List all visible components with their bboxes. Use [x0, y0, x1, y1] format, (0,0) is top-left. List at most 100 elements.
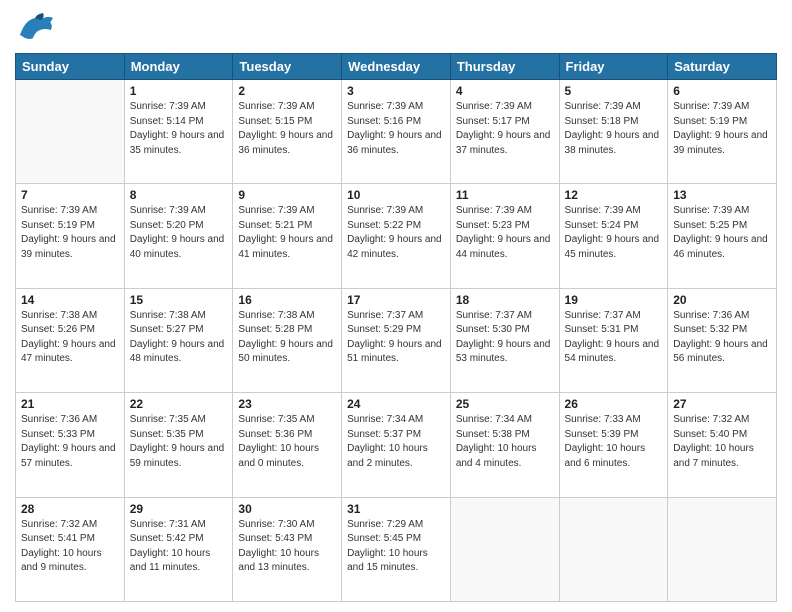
weekday-header-row: SundayMondayTuesdayWednesdayThursdayFrid… [16, 54, 777, 80]
calendar-cell: 27Sunrise: 7:32 AMSunset: 5:40 PMDayligh… [668, 393, 777, 497]
day-info: Sunrise: 7:29 AMSunset: 5:45 PMDaylight:… [347, 518, 445, 576]
day-number: 15 [130, 293, 228, 307]
day-info: Sunrise: 7:35 AMSunset: 5:35 PMDaylight:… [130, 413, 228, 471]
weekday-header-thursday: Thursday [450, 54, 559, 80]
calendar-cell: 18 Sunrise: 7:37 AMSunset: 5:30 PMDayligh… [450, 288, 559, 392]
day-number: 25 [456, 397, 554, 411]
day-info: Sunrise: 7:39 AMSunset: 5:21 PMDaylight:… [238, 204, 336, 262]
day-number: 10 [347, 188, 445, 202]
day-number: 23 [238, 397, 336, 411]
weekday-header-wednesday: Wednesday [342, 54, 451, 80]
logo [15, 10, 59, 45]
calendar-cell: 29Sunrise: 7:31 AMSunset: 5:42 PMDayligh… [124, 497, 233, 601]
day-number: 6 [673, 84, 771, 98]
day-number: 1 [130, 84, 228, 98]
day-info: Sunrise: 7:34 AMSunset: 5:38 PMDaylight:… [456, 413, 554, 471]
calendar-cell: 19 Sunrise: 7:37 AMSunset: 5:31 PMDayligh… [559, 288, 668, 392]
week-row-2: 7 Sunrise: 7:39 AMSunset: 5:19 PMDaylight… [16, 184, 777, 288]
day-number: 21 [21, 397, 119, 411]
day-info: Sunrise: 7:39 AMSunset: 5:18 PMDaylight:… [565, 100, 663, 158]
calendar-table: SundayMondayTuesdayWednesdayThursdayFrid… [15, 53, 777, 602]
day-info: Sunrise: 7:39 AMSunset: 5:14 PMDaylight:… [130, 100, 228, 158]
calendar-cell [16, 80, 125, 184]
day-info: Sunrise: 7:36 AMSunset: 5:32 PMDaylight:… [673, 309, 771, 367]
day-info: Sunrise: 7:39 AMSunset: 5:16 PMDaylight:… [347, 100, 445, 158]
week-row-3: 14Sunrise: 7:38 AMSunset: 5:26 PMDayligh… [16, 288, 777, 392]
day-info: Sunrise: 7:39 AMSunset: 5:25 PMDaylight:… [673, 204, 771, 262]
calendar-cell: 3 Sunrise: 7:39 AMSunset: 5:16 PMDaylight… [342, 80, 451, 184]
day-number: 16 [238, 293, 336, 307]
day-number: 7 [21, 188, 119, 202]
day-number: 11 [456, 188, 554, 202]
calendar-cell [668, 497, 777, 601]
calendar-cell: 25 Sunrise: 7:34 AMSunset: 5:38 PMDayligh… [450, 393, 559, 497]
calendar-cell: 16 Sunrise: 7:38 AMSunset: 5:28 PMDayligh… [233, 288, 342, 392]
day-info: Sunrise: 7:39 AMSunset: 5:22 PMDaylight:… [347, 204, 445, 262]
calendar-cell: 21Sunrise: 7:36 AMSunset: 5:33 PMDayligh… [16, 393, 125, 497]
day-info: Sunrise: 7:39 AMSunset: 5:24 PMDaylight:… [565, 204, 663, 262]
weekday-header-monday: Monday [124, 54, 233, 80]
day-number: 20 [673, 293, 771, 307]
day-info: Sunrise: 7:39 AMSunset: 5:20 PMDaylight:… [130, 204, 228, 262]
day-number: 5 [565, 84, 663, 98]
calendar-cell: 1 Sunrise: 7:39 AMSunset: 5:14 PMDaylight… [124, 80, 233, 184]
calendar-cell: 17Sunrise: 7:37 AMSunset: 5:29 PMDayligh… [342, 288, 451, 392]
day-number: 12 [565, 188, 663, 202]
calendar-cell [559, 497, 668, 601]
calendar-cell: 12 Sunrise: 7:39 AMSunset: 5:24 PMDayligh… [559, 184, 668, 288]
day-info: Sunrise: 7:38 AMSunset: 5:26 PMDaylight:… [21, 309, 119, 367]
day-info: Sunrise: 7:39 AMSunset: 5:19 PMDaylight:… [21, 204, 119, 262]
logo-icon [15, 10, 55, 45]
calendar-cell: 22 Sunrise: 7:35 AMSunset: 5:35 PMDayligh… [124, 393, 233, 497]
calendar-cell: 10 Sunrise: 7:39 AMSunset: 5:22 PMDayligh… [342, 184, 451, 288]
day-number: 2 [238, 84, 336, 98]
day-info: Sunrise: 7:30 AMSunset: 5:43 PMDaylight:… [238, 518, 336, 576]
week-row-5: 28Sunrise: 7:32 AMSunset: 5:41 PMDayligh… [16, 497, 777, 601]
calendar-cell: 2Sunrise: 7:39 AMSunset: 5:15 PMDaylight… [233, 80, 342, 184]
day-info: Sunrise: 7:31 AMSunset: 5:42 PMDaylight:… [130, 518, 228, 576]
calendar-cell [450, 497, 559, 601]
day-number: 27 [673, 397, 771, 411]
calendar-cell: 24 Sunrise: 7:34 AMSunset: 5:37 PMDayligh… [342, 393, 451, 497]
day-info: Sunrise: 7:39 AMSunset: 5:17 PMDaylight:… [456, 100, 554, 158]
day-number: 28 [21, 502, 119, 516]
day-info: Sunrise: 7:37 AMSunset: 5:31 PMDaylight:… [565, 309, 663, 367]
calendar-cell: 7 Sunrise: 7:39 AMSunset: 5:19 PMDaylight… [16, 184, 125, 288]
calendar-cell: 28Sunrise: 7:32 AMSunset: 5:41 PMDayligh… [16, 497, 125, 601]
day-number: 22 [130, 397, 228, 411]
calendar-cell: 14Sunrise: 7:38 AMSunset: 5:26 PMDayligh… [16, 288, 125, 392]
day-info: Sunrise: 7:38 AMSunset: 5:28 PMDaylight:… [238, 309, 336, 367]
calendar-cell: 9Sunrise: 7:39 AMSunset: 5:21 PMDaylight… [233, 184, 342, 288]
weekday-header-saturday: Saturday [668, 54, 777, 80]
day-number: 3 [347, 84, 445, 98]
day-info: Sunrise: 7:34 AMSunset: 5:37 PMDaylight:… [347, 413, 445, 471]
day-info: Sunrise: 7:37 AMSunset: 5:30 PMDaylight:… [456, 309, 554, 367]
weekday-header-tuesday: Tuesday [233, 54, 342, 80]
calendar-cell: 23 Sunrise: 7:35 AMSunset: 5:36 PMDayligh… [233, 393, 342, 497]
day-info: Sunrise: 7:38 AMSunset: 5:27 PMDaylight:… [130, 309, 228, 367]
day-info: Sunrise: 7:33 AMSunset: 5:39 PMDaylight:… [565, 413, 663, 471]
day-number: 18 [456, 293, 554, 307]
day-info: Sunrise: 7:39 AMSunset: 5:23 PMDaylight:… [456, 204, 554, 262]
day-info: Sunrise: 7:39 AMSunset: 5:19 PMDaylight:… [673, 100, 771, 158]
calendar-cell: 6 Sunrise: 7:39 AMSunset: 5:19 PMDaylight… [668, 80, 777, 184]
week-row-4: 21Sunrise: 7:36 AMSunset: 5:33 PMDayligh… [16, 393, 777, 497]
calendar-cell: 13 Sunrise: 7:39 AMSunset: 5:25 PMDayligh… [668, 184, 777, 288]
weekday-header-friday: Friday [559, 54, 668, 80]
day-number: 26 [565, 397, 663, 411]
calendar-cell: 4Sunrise: 7:39 AMSunset: 5:17 PMDaylight… [450, 80, 559, 184]
day-number: 13 [673, 188, 771, 202]
calendar-cell: 11 Sunrise: 7:39 AMSunset: 5:23 PMDayligh… [450, 184, 559, 288]
day-number: 24 [347, 397, 445, 411]
day-number: 30 [238, 502, 336, 516]
week-row-1: 1 Sunrise: 7:39 AMSunset: 5:14 PMDaylight… [16, 80, 777, 184]
day-number: 19 [565, 293, 663, 307]
page: SundayMondayTuesdayWednesdayThursdayFrid… [0, 0, 792, 612]
calendar-cell: 20 Sunrise: 7:36 AMSunset: 5:32 PMDayligh… [668, 288, 777, 392]
day-number: 8 [130, 188, 228, 202]
calendar-cell: 26 Sunrise: 7:33 AMSunset: 5:39 PMDayligh… [559, 393, 668, 497]
day-info: Sunrise: 7:35 AMSunset: 5:36 PMDaylight:… [238, 413, 336, 471]
calendar-cell: 31Sunrise: 7:29 AMSunset: 5:45 PMDayligh… [342, 497, 451, 601]
day-number: 17 [347, 293, 445, 307]
header [15, 10, 777, 45]
